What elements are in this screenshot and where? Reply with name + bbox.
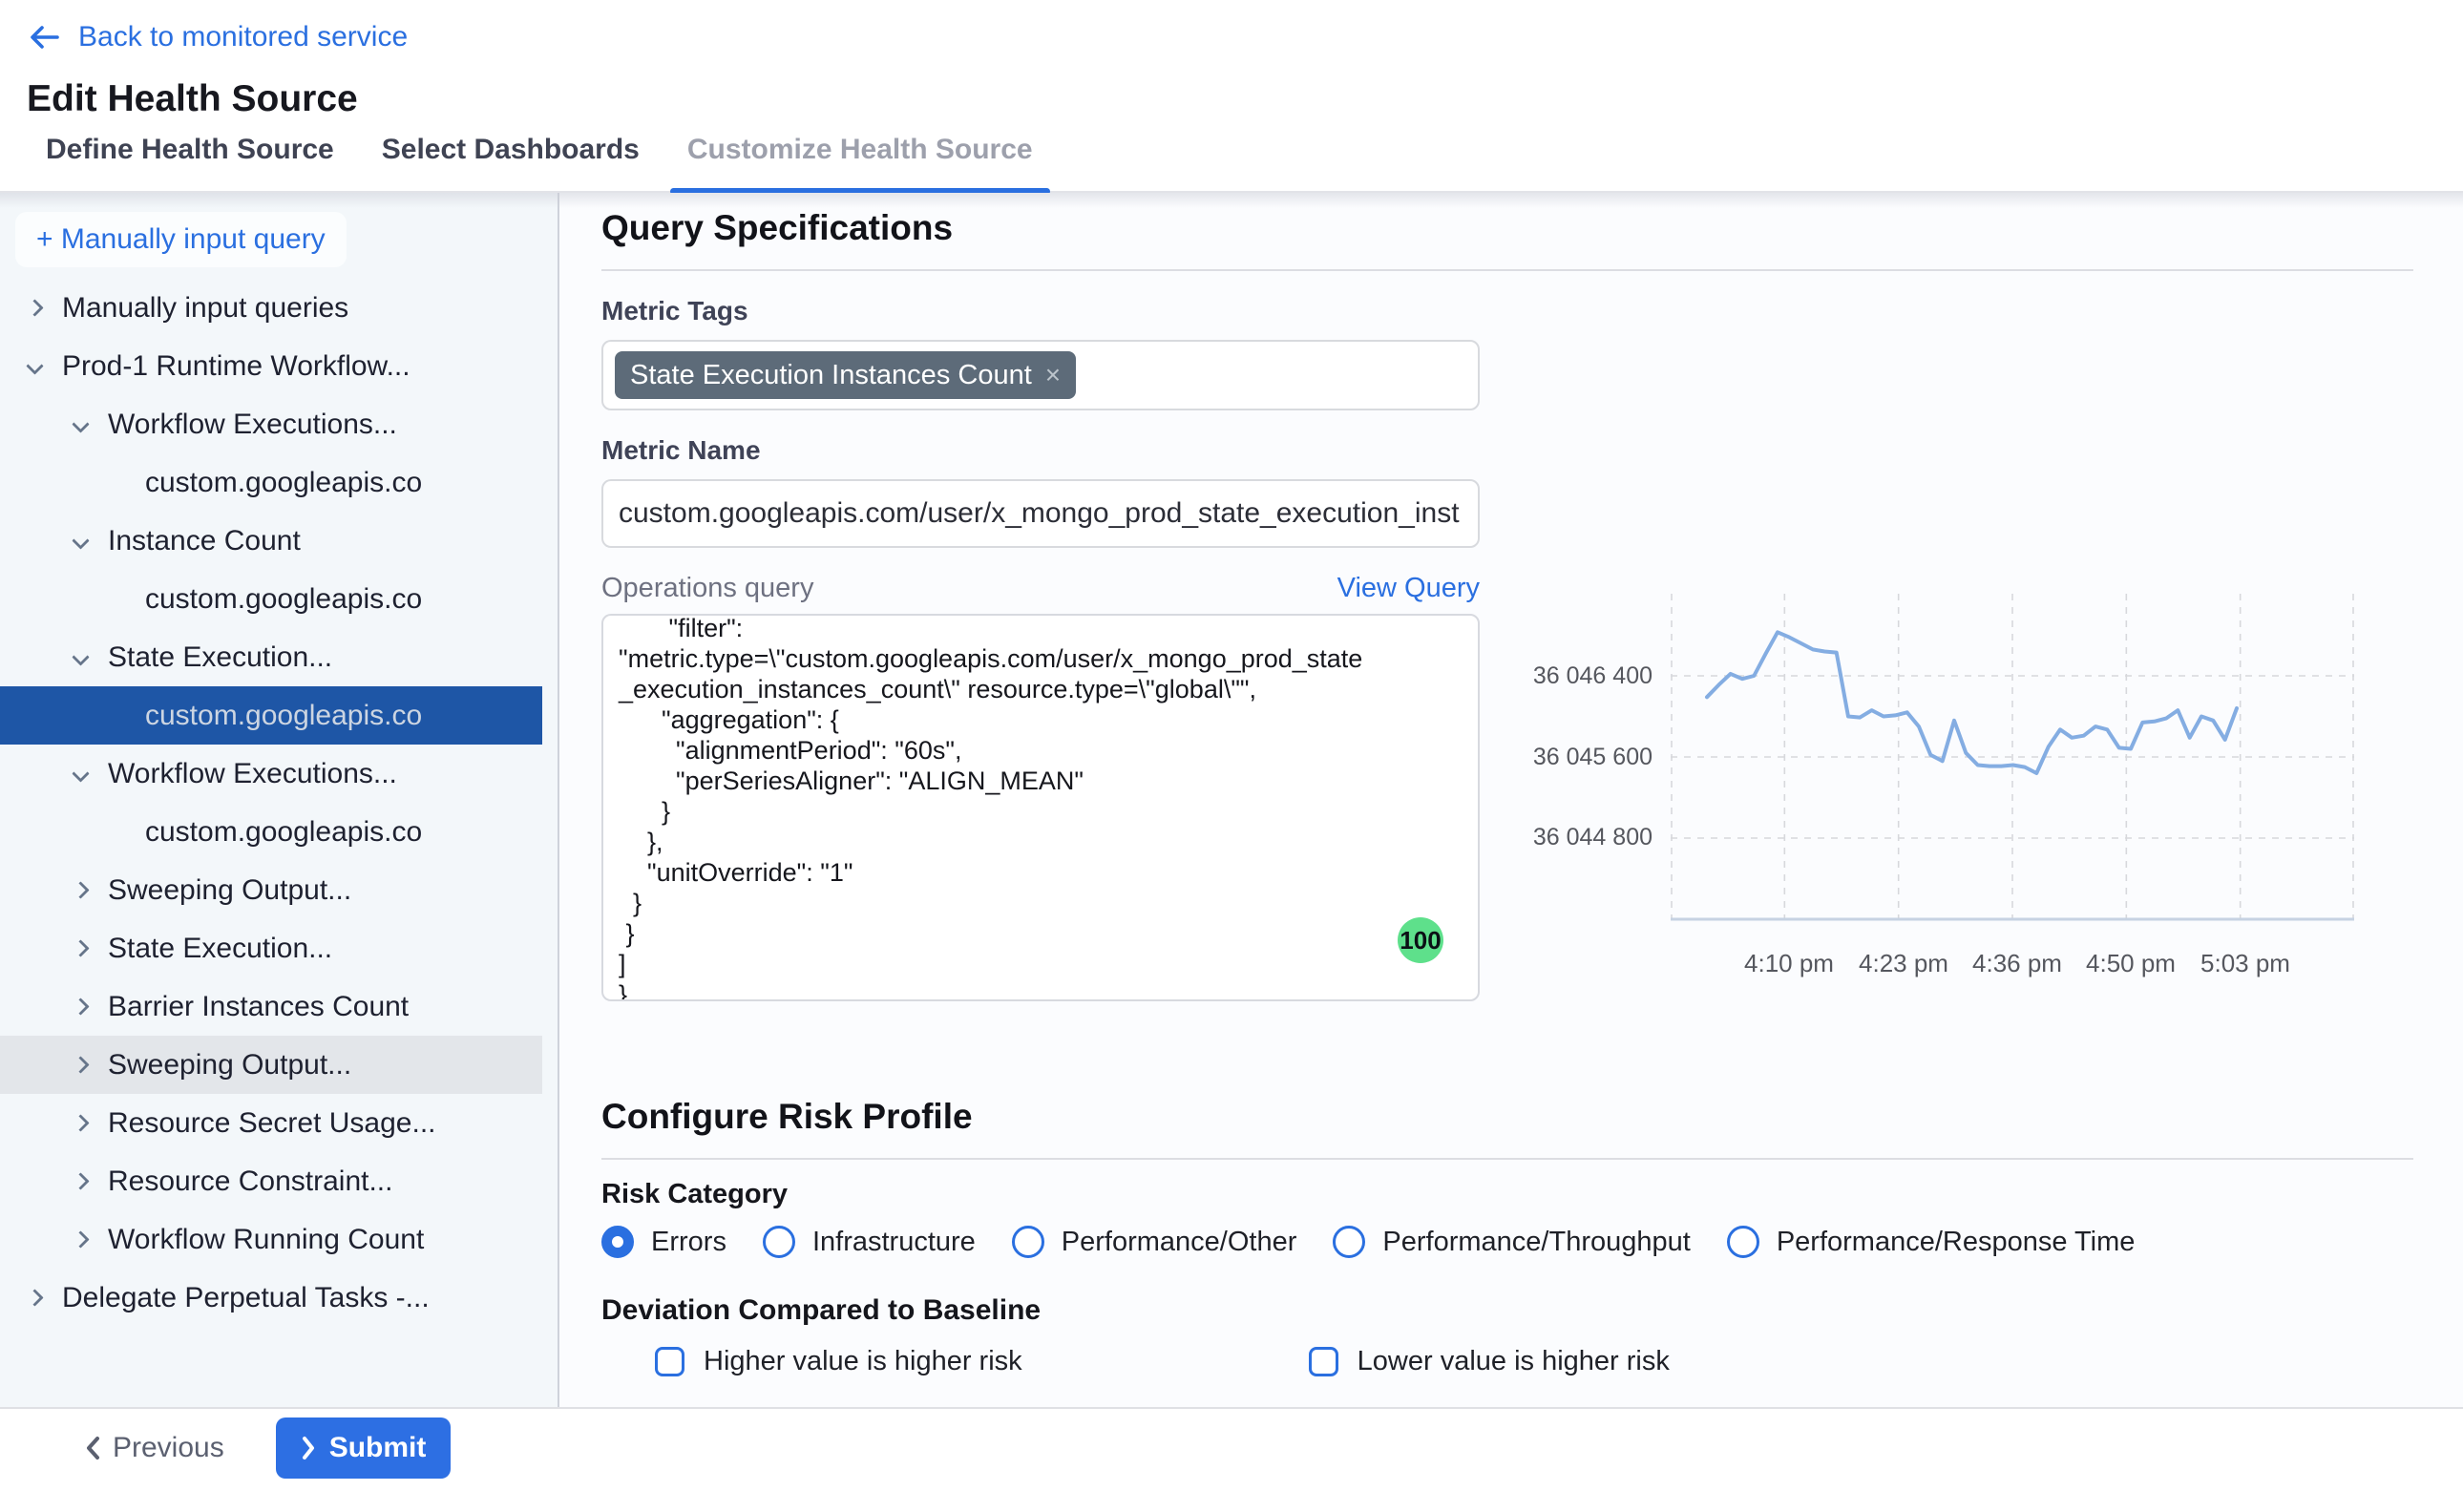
section-title-query-specifications: Query Specifications: [601, 208, 2413, 248]
tree-item-metric-1[interactable]: custom.googleapis.co: [0, 453, 542, 512]
page-header: Back to monitored service Edit Health So…: [0, 0, 2463, 120]
tree-item-sweeping-output-2[interactable]: Sweeping Output...: [0, 1036, 542, 1094]
chevron-right-icon: [26, 1289, 43, 1306]
content-area: + Manually input query Manually input qu…: [0, 193, 2463, 1407]
line-chart-svg: [1671, 594, 2354, 920]
chevron-right-icon: [72, 881, 89, 898]
risk-category-label: Risk Category: [601, 1179, 2413, 1210]
chevron-down-icon: [26, 357, 43, 374]
tree-item-sweeping-output-1[interactable]: Sweeping Output...: [0, 861, 542, 919]
metric-tree-sidebar: + Manually input query Manually input qu…: [0, 193, 559, 1407]
metric-tag-chip-label: State Execution Instances Count: [630, 360, 1032, 391]
risk-category-options: Errors Infrastructure Performance/Other …: [601, 1226, 2413, 1258]
metric-name-label: Metric Name: [601, 435, 2413, 466]
radio-button-icon[interactable]: [1333, 1226, 1365, 1258]
back-link-label[interactable]: Back to monitored service: [78, 21, 408, 53]
radio-button-icon[interactable]: [1727, 1226, 1759, 1258]
radio-performance-throughput[interactable]: Performance/Throughput: [1333, 1226, 1690, 1258]
chevron-right-icon: [72, 1056, 89, 1073]
chevron-left-icon: [84, 1435, 101, 1461]
tree-item-metric-3-selected[interactable]: custom.googleapis.co: [0, 686, 542, 745]
tab-select-dashboards[interactable]: Select Dashboards: [365, 134, 657, 191]
arrow-left-icon: [27, 23, 63, 52]
tree-item-workflow-executions-2[interactable]: Workflow Executions...: [0, 745, 542, 803]
chevron-right-icon: [72, 1230, 89, 1248]
radio-performance-response-time[interactable]: Performance/Response Time: [1727, 1226, 2136, 1258]
checkbox-higher-value-higher-risk[interactable]: Higher value is higher risk: [655, 1346, 1022, 1377]
y-axis-tick-label: 36 046 400: [1471, 662, 1653, 690]
tree-item-resource-secret-usage[interactable]: Resource Secret Usage...: [0, 1094, 542, 1152]
submit-button[interactable]: Submit: [276, 1418, 452, 1479]
radio-infrastructure[interactable]: Infrastructure: [763, 1226, 976, 1258]
metric-tags-label: Metric Tags: [601, 296, 2413, 326]
deviation-baseline-label: Deviation Compared to Baseline: [601, 1294, 2413, 1327]
section-divider: [601, 269, 2413, 271]
chevron-right-icon: [301, 1436, 316, 1460]
metric-tags-input[interactable]: State Execution Instances Count ×: [601, 340, 1480, 410]
tree-item-resource-constraint[interactable]: Resource Constraint...: [0, 1152, 542, 1210]
tree-item-metric-4[interactable]: custom.googleapis.co: [0, 803, 542, 861]
operations-query-label: Operations query: [601, 573, 813, 604]
deviation-options: Higher value is higher risk Lower value …: [601, 1346, 2413, 1377]
operations-query-header: Operations query View Query: [601, 573, 1480, 604]
checkbox-icon[interactable]: [1309, 1347, 1338, 1376]
view-query-link[interactable]: View Query: [1337, 573, 1480, 604]
tree-item-state-execution[interactable]: State Execution...: [0, 628, 542, 686]
tree-item-workflow-running-count[interactable]: Workflow Running Count: [0, 1210, 542, 1269]
wizard-footer: Previous Submit: [0, 1407, 2463, 1487]
checkbox-lower-value-higher-risk[interactable]: Lower value is higher risk: [1309, 1346, 1670, 1377]
query-score-badge: 100: [1398, 917, 1443, 963]
checkbox-icon[interactable]: [655, 1347, 684, 1376]
y-axis-tick-label: 36 045 600: [1471, 744, 1653, 771]
tree-item-instance-count[interactable]: Instance Count: [0, 512, 542, 570]
radio-button-icon[interactable]: [763, 1226, 795, 1258]
tree-item-barrier-instances-count[interactable]: Barrier Instances Count: [0, 977, 542, 1036]
tree-item-delegate-perpetual-tasks[interactable]: Delegate Perpetual Tasks -...: [0, 1269, 542, 1327]
page-title: Edit Health Source: [27, 78, 2463, 120]
tab-define-health-source[interactable]: Define Health Source: [29, 134, 351, 191]
y-axis-tick-label: 36 044 800: [1471, 824, 1653, 851]
metric-line-chart: [1671, 594, 2354, 920]
operations-query-editor[interactable]: "filter": "metric.type=\"custom.googleap…: [601, 614, 1480, 1001]
chevron-right-icon: [72, 998, 89, 1015]
back-link[interactable]: Back to monitored service: [27, 21, 408, 53]
tab-customize-health-source[interactable]: Customize Health Source: [670, 134, 1050, 191]
chevron-down-icon: [72, 765, 89, 782]
section-divider: [601, 1158, 2413, 1160]
chevron-right-icon: [26, 299, 43, 316]
chevron-right-icon: [72, 939, 89, 956]
tree-item-workflow-executions-1[interactable]: Workflow Executions...: [0, 395, 542, 453]
tab-bar: Define Health Source Select Dashboards C…: [0, 120, 2463, 193]
section-title-configure-risk-profile: Configure Risk Profile: [601, 1097, 2413, 1137]
chevron-down-icon: [72, 415, 89, 432]
x-axis-tick-label: 5:03 pm: [2164, 949, 2326, 978]
metric-tag-chip: State Execution Instances Count ×: [615, 351, 1076, 399]
tree-item-prod1-runtime-workflow[interactable]: Prod-1 Runtime Workflow...: [0, 337, 542, 395]
chevron-down-icon: [72, 648, 89, 665]
query-specifications-panel: Query Specifications Metric Tags State E…: [559, 193, 2463, 1407]
tree-item-metric-2[interactable]: custom.googleapis.co: [0, 570, 542, 628]
tree-item-state-execution-2[interactable]: State Execution...: [0, 919, 542, 977]
chevron-right-icon: [72, 1114, 89, 1131]
radio-button-icon[interactable]: [1012, 1226, 1044, 1258]
chevron-down-icon: [72, 532, 89, 549]
previous-button[interactable]: Previous: [84, 1432, 224, 1464]
chip-close-icon[interactable]: ×: [1045, 360, 1061, 390]
add-manual-query-link[interactable]: + Manually input query: [15, 212, 347, 267]
operations-query-text: "filter": "metric.type=\"custom.googleap…: [619, 614, 1463, 1001]
radio-performance-other[interactable]: Performance/Other: [1012, 1226, 1297, 1258]
radio-button-icon[interactable]: [601, 1226, 634, 1258]
chevron-right-icon: [72, 1172, 89, 1189]
tree-item-manually-input-queries[interactable]: Manually input queries: [0, 279, 542, 337]
metric-name-input[interactable]: custom.googleapis.com/user/x_mongo_prod_…: [601, 479, 1480, 548]
radio-errors[interactable]: Errors: [601, 1226, 726, 1258]
